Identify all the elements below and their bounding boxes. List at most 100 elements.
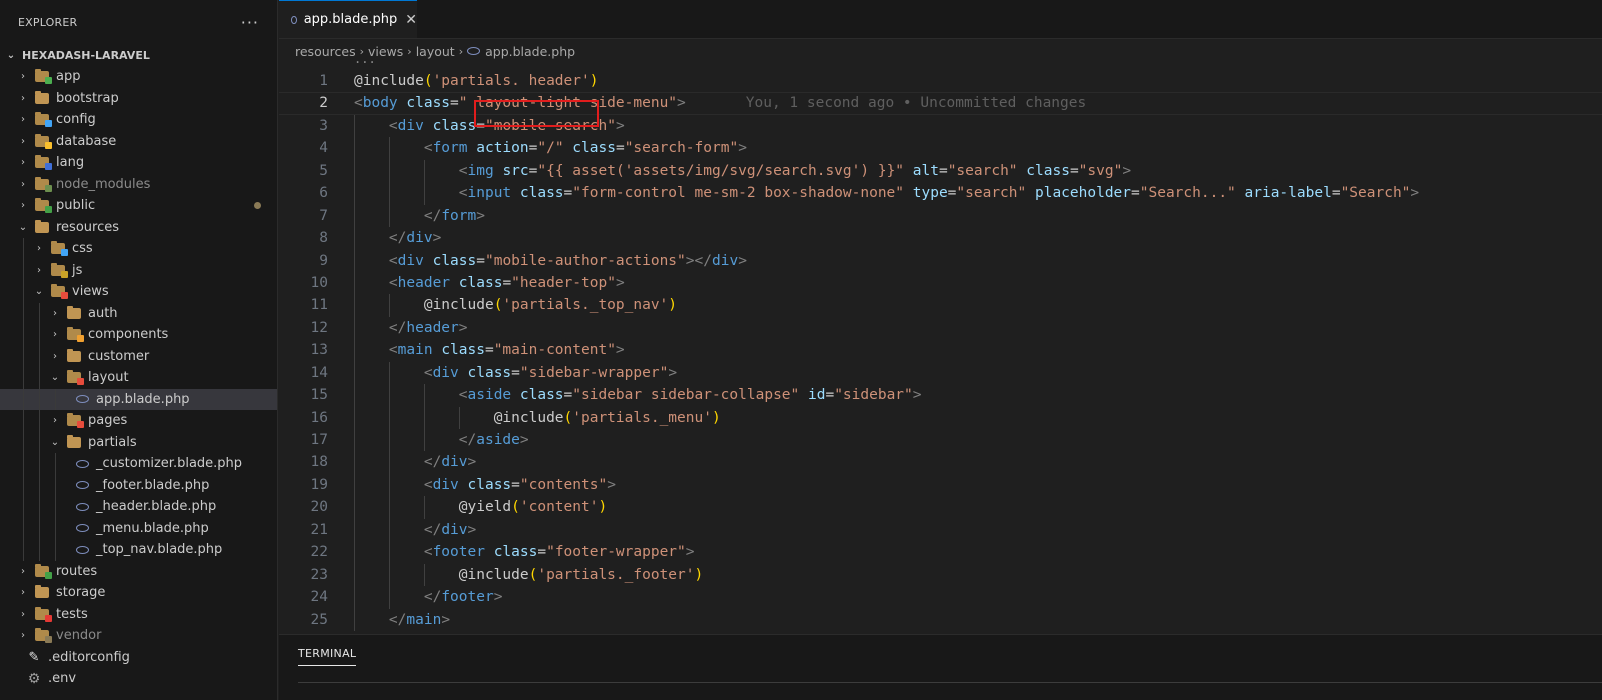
code-line[interactable]: 22 <footer class="footer-wrapper"> bbox=[279, 541, 1602, 564]
tree-item[interactable]: › storage bbox=[0, 582, 277, 604]
indent-guide bbox=[39, 431, 40, 453]
code-line[interactable]: 25 </main> bbox=[279, 608, 1602, 631]
folder-components-icon bbox=[66, 327, 84, 343]
code-line[interactable]: 4 <form action="/" class="search-form"> bbox=[279, 137, 1602, 160]
code-line[interactable]: 7 </form> bbox=[279, 204, 1602, 228]
tree-item[interactable]: ⚙ .env bbox=[0, 668, 277, 690]
tab-terminal[interactable]: TERMINAL bbox=[298, 647, 357, 666]
line-number: 22 bbox=[310, 544, 328, 561]
blade-file-icon bbox=[74, 521, 90, 535]
code-line[interactable]: 5 <img src="{{ asset('assets/img/svg/sea… bbox=[279, 159, 1602, 183]
chevron-right-icon: › bbox=[37, 264, 41, 276]
code-line[interactable]: 23 @include('partials._footer') bbox=[279, 563, 1602, 587]
code-line[interactable]: 13 <main class="main-content"> bbox=[279, 339, 1602, 362]
code-line[interactable]: 9 <div class="mobile-author-actions"></d… bbox=[279, 249, 1602, 272]
code-line[interactable]: 6 <input class="form-control me-sm-2 box… bbox=[279, 182, 1602, 205]
tree-item[interactable]: ⌄ partials bbox=[0, 431, 277, 453]
tree-item-label: _top_nav.blade.php bbox=[96, 542, 223, 558]
tree-item[interactable]: _footer.blade.php bbox=[0, 474, 277, 496]
code-line[interactable]: 20 @yield('content') bbox=[279, 496, 1602, 519]
blade-file-icon bbox=[74, 478, 90, 492]
tree-item[interactable]: › auth bbox=[0, 302, 277, 324]
code-line[interactable]: 19 <div class="contents"> bbox=[279, 473, 1602, 497]
tree-item[interactable]: _header.blade.php bbox=[0, 496, 277, 518]
breadcrumb-item[interactable]: layout bbox=[416, 44, 455, 59]
tree-item[interactable]: ⌄ resources bbox=[0, 217, 277, 239]
close-icon[interactable]: ✕ bbox=[405, 12, 417, 28]
fold-marker[interactable]: ... bbox=[354, 60, 376, 66]
indent-guide bbox=[55, 474, 56, 496]
code-line[interactable]: 12 </header> bbox=[279, 316, 1602, 340]
breadcrumb-item[interactable]: views bbox=[368, 44, 403, 59]
line-number: 3 bbox=[319, 117, 328, 134]
line-number: 13 bbox=[310, 342, 328, 359]
tree-item[interactable]: › pages bbox=[0, 410, 277, 432]
line-number: 21 bbox=[310, 521, 328, 538]
tree-item[interactable]: › routes bbox=[0, 561, 277, 583]
folder-layout-icon bbox=[66, 370, 84, 386]
tree-item[interactable]: _menu.blade.php bbox=[0, 517, 277, 539]
folder-icon bbox=[34, 585, 50, 600]
code-text: <header class="header-top"> bbox=[388, 274, 625, 291]
line-number: 20 bbox=[310, 499, 328, 516]
indent-guide bbox=[55, 517, 56, 539]
tree-item[interactable]: › components bbox=[0, 324, 277, 346]
tree-item[interactable]: ⌄ views bbox=[0, 281, 277, 303]
tree-item-label: _footer.blade.php bbox=[96, 477, 210, 493]
tree-item[interactable]: › css bbox=[0, 238, 277, 260]
tree-item[interactable]: › database bbox=[0, 131, 277, 153]
indent-guide bbox=[55, 453, 56, 475]
code-text: </header> bbox=[388, 319, 468, 336]
tree-item[interactable]: › vendor bbox=[0, 625, 277, 647]
tree-item[interactable]: › app bbox=[0, 66, 277, 88]
tree-item[interactable]: ⌄ layout bbox=[0, 367, 277, 389]
folder-icon bbox=[34, 90, 50, 105]
explorer-title: EXPLORER bbox=[18, 15, 78, 29]
tree-item[interactable]: › lang bbox=[0, 152, 277, 174]
tree-item[interactable]: › bootstrap bbox=[0, 88, 277, 110]
tab-app-blade[interactable]: app.blade.php ✕ bbox=[279, 0, 417, 38]
tree-item[interactable]: _customizer.blade.php bbox=[0, 453, 277, 475]
code-line[interactable]: 24 </footer> bbox=[279, 586, 1602, 609]
tree-item[interactable]: › node_modules bbox=[0, 174, 277, 196]
folder-open-icon bbox=[34, 219, 50, 234]
more-actions-icon[interactable]: ··· bbox=[241, 13, 259, 32]
tree-item[interactable]: _top_nav.blade.php bbox=[0, 539, 277, 561]
tree-item-label: routes bbox=[56, 563, 98, 579]
code-editor[interactable]: ... 1 @include('partials. header') 2 <body … bbox=[279, 60, 1602, 633]
code-line[interactable]: 1 @include('partials. header') bbox=[279, 70, 1602, 92]
tree-item[interactable]: › tests bbox=[0, 604, 277, 626]
project-root[interactable]: ⌄ HEXADASH-LARAVEL bbox=[0, 44, 277, 66]
line-number: 9 bbox=[319, 252, 328, 269]
code-text: <aside class="sidebar sidebar-collapse" … bbox=[458, 387, 922, 404]
code-line[interactable]: 10 <header class="header-top"> bbox=[279, 271, 1602, 295]
chevron-right-icon: › bbox=[21, 200, 25, 212]
code-line[interactable]: 11 @include('partials._top_nav') bbox=[279, 294, 1602, 317]
code-line[interactable]: 8 </div> bbox=[279, 227, 1602, 250]
tree-item[interactable]: ✎ .editorconfig bbox=[0, 647, 277, 669]
code-line[interactable]: 14 <div class="sidebar-wrapper"> bbox=[279, 361, 1602, 385]
tree-item[interactable]: › config bbox=[0, 109, 277, 131]
code-line[interactable]: 17 </aside> bbox=[279, 429, 1602, 452]
folder-icon bbox=[66, 305, 82, 320]
code-text: @include('partials._menu') bbox=[493, 409, 721, 426]
explorer-header: EXPLORER ··· bbox=[0, 0, 277, 44]
tree-item[interactable]: › customer bbox=[0, 345, 277, 367]
tree-item-label: storage bbox=[56, 585, 106, 601]
code-line[interactable]: 15 <aside class="sidebar sidebar-collaps… bbox=[279, 384, 1602, 407]
tree-item[interactable]: › public bbox=[0, 195, 277, 217]
code-line[interactable]: 16 @include('partials._menu') bbox=[279, 406, 1602, 429]
folder-public-icon bbox=[34, 198, 52, 214]
code-text: <div class="contents"> bbox=[423, 476, 616, 493]
chevron-right-icon: › bbox=[21, 71, 25, 83]
code-line[interactable]: 18 </div> bbox=[279, 451, 1602, 474]
tree-item[interactable]: › js bbox=[0, 259, 277, 281]
blade-file-icon bbox=[74, 457, 90, 471]
indent-guide bbox=[39, 496, 40, 518]
code-line[interactable]: 21 </div> bbox=[279, 518, 1602, 542]
tree-item[interactable]: app.blade.php bbox=[0, 388, 277, 410]
breadcrumb-item[interactable]: app.blade.php bbox=[485, 44, 575, 59]
code-text: <body class=" layout-light side-menu"> Yo… bbox=[354, 95, 1087, 112]
breadcrumb-item[interactable]: resources bbox=[295, 44, 356, 59]
indent-guide bbox=[39, 388, 40, 410]
